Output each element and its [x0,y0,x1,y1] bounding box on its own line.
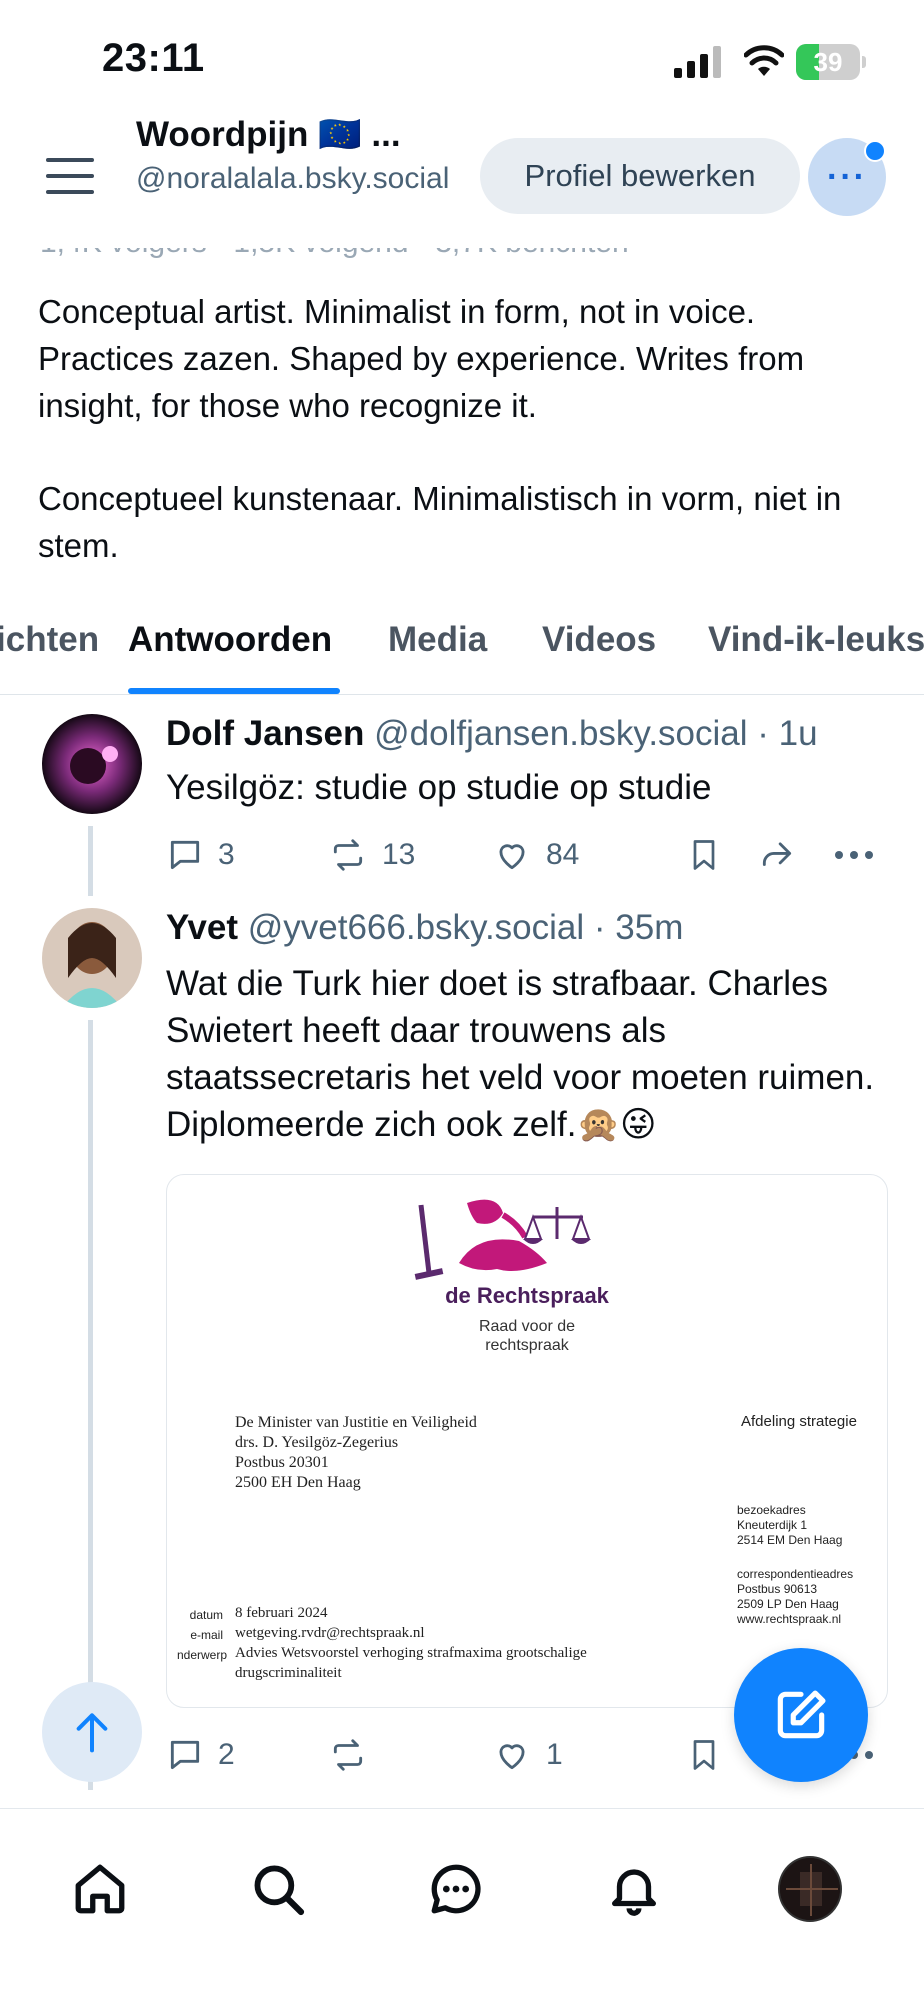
wifi-icon [744,45,784,76]
reply-count: 2 [218,1738,235,1771]
tab-likes[interactable]: Vind-ik-leuks [708,620,924,660]
repost-button[interactable]: 13 [328,836,415,874]
profile-tabs: ichten Antwoorden Media Videos Vind-ik-l… [0,612,924,695]
active-tab-indicator [128,688,340,694]
scroll-to-top-button[interactable] [42,1682,142,1782]
repost-count: 13 [382,838,416,871]
menu-icon[interactable] [46,158,94,194]
signal-icon [674,46,721,78]
logo-subtitle: Raad voor de rechtspraak [478,1318,576,1354]
tab-videos[interactable]: Videos [542,620,656,660]
letter-field-values: 8 februari 2024 wetgeving.rvdr@rechtspra… [235,1605,587,1681]
reply-count: 3 [218,838,235,871]
tab-posts[interactable]: ichten [0,620,99,660]
post-text[interactable]: Yesilgöz: studie op studie op studie [166,764,886,811]
reply-icon [170,840,200,870]
status-time: 23:11 [102,36,205,80]
bookmark-button[interactable] [686,836,722,874]
visit-address: bezoekadres Kneuterdijk 1 2514 EM Den Ha… [737,1503,843,1547]
chat-icon [431,1864,481,1914]
bio-english: Conceptual artist. Minimalist in form, n… [38,293,805,424]
reply-button[interactable]: 2 [166,1736,235,1774]
post-handle[interactable]: @yvet666.bsky.social [248,908,584,947]
letter-recipient: De Minister van Justitie en Veiligheid d… [235,1414,477,1491]
bookmark-icon [693,1740,715,1770]
like-count: 1 [546,1738,563,1771]
compose-icon [777,1690,826,1739]
profile-name: Woordpijn 🇪🇺 ... [136,115,401,154]
post-text[interactable]: Wat die Turk hier doet is strafbaar. Cha… [166,960,886,1148]
like-button[interactable]: 1 [492,1736,563,1774]
post-time: · 35m [593,908,684,947]
correspondence-address: correspondentieadres Postbus 90613 2509 … [737,1567,854,1626]
post-more-button[interactable] [834,850,874,860]
search-icon [254,1865,305,1916]
battery-level: 39 [813,47,843,77]
repost-button[interactable] [328,1736,382,1774]
edit-profile-button[interactable]: Profiel bewerken [480,138,800,214]
profile-stats: 1,4K volgers · 1,5K volgend · 3,7K beric… [40,226,629,259]
repost-icon [333,1739,363,1771]
ellipsis-icon [835,851,873,859]
nav-search[interactable] [246,1857,310,1921]
home-icon [75,1864,125,1914]
avatar[interactable] [42,908,142,1008]
bookmark-button[interactable] [686,1736,722,1774]
bookmark-icon [693,840,715,870]
post-header: Dolf Jansen @dolfjansen.bsky.social · 1u [166,714,818,754]
logo-name: de Rechtspraak [445,1283,609,1308]
post-author[interactable]: Dolf Jansen [166,714,364,753]
profile-bio: Conceptual artist. Minimalist in form, n… [38,288,898,615]
nav-home[interactable] [68,1857,132,1921]
thread-line [88,1020,93,1790]
share-icon [762,842,792,866]
reply-button[interactable]: 3 [166,836,235,874]
nav-profile[interactable] [778,1856,842,1922]
tab-replies[interactable]: Antwoorden [128,620,332,660]
bell-icon [612,1869,656,1916]
compose-button[interactable] [734,1648,868,1782]
post-handle[interactable]: @dolfjansen.bsky.social [374,714,747,753]
post-time: · 1u [757,714,818,753]
post-author[interactable]: Yvet [166,908,238,947]
bio-dutch: Conceptueel kunstenaar. Minimalistisch i… [38,480,842,564]
like-count: 84 [546,838,580,871]
avatar[interactable] [42,714,142,814]
thread-line [88,826,93,896]
rechtspraak-logo [414,1199,591,1280]
battery-indicator: 39 [796,44,866,80]
nav-notifications[interactable] [602,1857,666,1921]
bottom-nav [0,1809,924,2000]
post-actions: 3 13 84 [166,830,886,880]
heart-icon [499,1744,525,1770]
letter-field-labels: datum e-mail nderwerp [177,1608,228,1662]
letter-department: Afdeling strategie [741,1413,857,1430]
share-button[interactable] [756,836,798,874]
post-header: Yvet @yvet666.bsky.social · 35m [166,908,683,948]
embedded-image[interactable]: de Rechtspraak Raad voor de rechtspraak … [166,1174,888,1708]
repost-icon [333,839,363,871]
avatar [778,1856,842,1922]
nav-chat[interactable] [424,1857,488,1921]
like-button[interactable]: 84 [492,836,579,874]
notification-dot [864,140,886,162]
arrow-up-icon [76,1713,108,1753]
reply-icon [170,1740,200,1770]
profile-handle: @noralalala.bsky.social [136,162,450,195]
tab-media[interactable]: Media [388,620,487,660]
heart-icon [499,844,525,870]
